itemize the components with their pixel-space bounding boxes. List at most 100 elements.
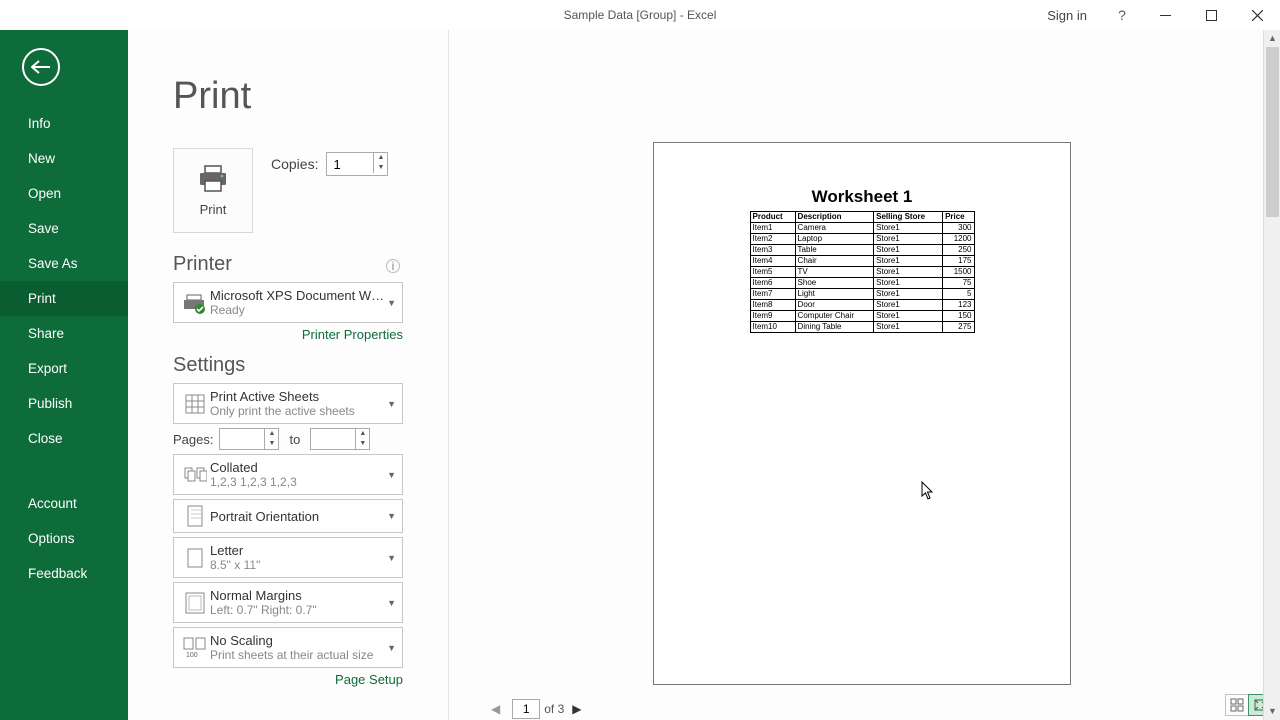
sidebar-item-export[interactable]: Export (0, 351, 128, 386)
print-scope-dropdown[interactable]: Print Active Sheets Only print the activ… (173, 383, 403, 424)
preview-cell: Item6 (750, 278, 795, 289)
preview-cell: Item9 (750, 311, 795, 322)
margins-icon (180, 592, 210, 614)
preview-row: Item9Computer ChairStore1150 (750, 311, 974, 322)
preview-cell: Store1 (874, 267, 943, 278)
preview-cell: Item2 (750, 234, 795, 245)
preview-cell: Store1 (874, 278, 943, 289)
prev-page-button[interactable]: ◀ (483, 698, 508, 720)
print-button[interactable]: Print (173, 148, 253, 233)
preview-cell: 150 (943, 311, 974, 322)
sidebar-item-close[interactable]: Close (0, 421, 128, 456)
preview-cell: 75 (943, 278, 974, 289)
preview-sheet-title: Worksheet 1 (654, 187, 1070, 207)
preview-cell: Item7 (750, 289, 795, 300)
preview-cell: Store1 (874, 245, 943, 256)
paper-icon (180, 548, 210, 568)
preview-cell: Chair (795, 256, 874, 267)
preview-cell: Store1 (874, 289, 943, 300)
preview-cell: Item5 (750, 267, 795, 278)
preview-cell: Item10 (750, 322, 795, 333)
preview-row: Item2LaptopStore11200 (750, 234, 974, 245)
chevron-down-icon: ▼ (387, 399, 396, 409)
printer-icon (197, 165, 229, 193)
scaling-label: No Scaling (210, 633, 396, 648)
sidebar-item-share[interactable]: Share (0, 316, 128, 351)
sidebar-item-save-as[interactable]: Save As (0, 246, 128, 281)
printer-status: Ready (210, 303, 396, 317)
chevron-down-icon: ▼ (387, 553, 396, 563)
preview-cell: Item8 (750, 300, 795, 311)
pages-from-spinner[interactable]: ▲▼ (264, 429, 278, 449)
printer-info-icon[interactable]: i (386, 259, 400, 273)
page-setup-link[interactable]: Page Setup (173, 672, 403, 687)
preview-row: Item3TableStore1250 (750, 245, 974, 256)
copies-spinner[interactable]: ▲▼ (373, 153, 387, 173)
page-total-text: of 3 (544, 702, 564, 716)
orientation-dropdown[interactable]: Portrait Orientation ▼ (173, 499, 403, 533)
scaling-dropdown[interactable]: 100 No Scaling Print sheets at their act… (173, 627, 403, 668)
collate-sublabel: 1,2,3 1,2,3 1,2,3 (210, 475, 396, 489)
sheets-icon (180, 393, 210, 415)
sidebar-item-account[interactable]: Account (0, 486, 128, 521)
print-scope-sublabel: Only print the active sheets (210, 404, 396, 418)
preview-row: Item7LightStore15 (750, 289, 974, 300)
margins-sublabel: Left: 0.7" Right: 0.7" (210, 603, 396, 617)
collate-dropdown[interactable]: Collated 1,2,3 1,2,3 1,2,3 ▼ (173, 454, 403, 495)
sidebar-item-publish[interactable]: Publish (0, 386, 128, 421)
preview-cell: 275 (943, 322, 974, 333)
pages-label: Pages: (173, 432, 213, 447)
sidebar-item-print[interactable]: Print (0, 281, 128, 316)
sidebar-item-new[interactable]: New (0, 141, 128, 176)
sidebar-item-info[interactable]: Info (0, 106, 128, 141)
preview-row: Item1CameraStore1300 (750, 223, 974, 234)
portrait-icon (180, 505, 210, 527)
printer-properties-link[interactable]: Printer Properties (173, 327, 403, 342)
printer-dropdown[interactable]: Microsoft XPS Document W… Ready ▼ (173, 282, 403, 323)
minimize-button[interactable] (1142, 0, 1188, 30)
sidebar-item-feedback[interactable]: Feedback (0, 556, 128, 591)
back-button[interactable] (22, 48, 60, 86)
paper-size-dropdown[interactable]: Letter 8.5" x 11" ▼ (173, 537, 403, 578)
scaling-sublabel: Print sheets at their actual size (210, 648, 396, 662)
preview-cell: 1500 (943, 267, 974, 278)
sidebar-item-save[interactable]: Save (0, 211, 128, 246)
preview-th: Selling Store (874, 212, 943, 223)
preview-cell: 1200 (943, 234, 974, 245)
print-scope-label: Print Active Sheets (210, 389, 396, 404)
scroll-up-icon[interactable]: ▲ (1264, 30, 1280, 47)
scroll-thumb[interactable] (1266, 47, 1279, 217)
page-number-input[interactable] (512, 699, 540, 719)
preview-cell: Store1 (874, 322, 943, 333)
margins-dropdown[interactable]: Normal Margins Left: 0.7" Right: 0.7" ▼ (173, 582, 403, 623)
help-button[interactable]: ? (1107, 7, 1137, 23)
printer-name: Microsoft XPS Document W… (210, 288, 396, 303)
printer-ready-icon (180, 292, 210, 314)
pages-to-spinner[interactable]: ▲▼ (355, 429, 369, 449)
sidebar-item-open[interactable]: Open (0, 176, 128, 211)
print-button-label: Print (200, 202, 227, 217)
preview-scrollbar[interactable]: ▲ ▼ (1263, 30, 1280, 720)
sign-in-link[interactable]: Sign in (1047, 8, 1087, 23)
chevron-down-icon: ▼ (387, 643, 396, 653)
chevron-down-icon: ▼ (387, 511, 396, 521)
preview-cell: Item4 (750, 256, 795, 267)
maximize-button[interactable] (1188, 0, 1234, 30)
preview-cell: 250 (943, 245, 974, 256)
preview-row: Item5TVStore11500 (750, 267, 974, 278)
collate-label: Collated (210, 460, 396, 475)
preview-cell: 123 (943, 300, 974, 311)
sidebar-item-options[interactable]: Options (0, 521, 128, 556)
preview-cell: Store1 (874, 256, 943, 267)
show-margins-button[interactable] (1225, 694, 1249, 716)
preview-cell: Light (795, 289, 874, 300)
scroll-down-icon[interactable]: ▼ (1264, 703, 1280, 720)
settings-heading: Settings (173, 354, 448, 377)
preview-cell: 175 (943, 256, 974, 267)
next-page-button[interactable]: ▶ (564, 698, 589, 720)
preview-cell: 300 (943, 223, 974, 234)
close-button[interactable] (1234, 0, 1280, 30)
svg-text:100: 100 (186, 652, 198, 659)
preview-cell: Camera (795, 223, 874, 234)
preview-cell: TV (795, 267, 874, 278)
